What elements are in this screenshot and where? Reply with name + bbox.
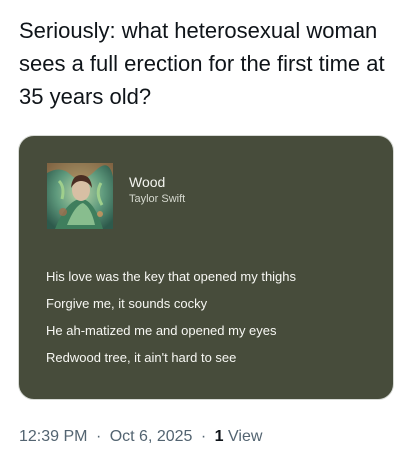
lyric-line: He ah-matized me and opened my eyes (46, 323, 277, 338)
artist-name: Taylor Swift (129, 193, 186, 205)
post-footer: 12:39 PM · Oct 6, 2025 · 1 View (19, 426, 262, 448)
album-cover-image (47, 163, 113, 229)
view-count: 1 (214, 428, 224, 445)
lyric-line: Forgive me, it sounds cocky (46, 296, 208, 311)
lyric-line: His love was the key that opened my thig… (46, 269, 297, 284)
separator: · (95, 428, 102, 445)
post-date[interactable]: Oct 6, 2025 (110, 428, 193, 445)
lyrics-list: His love was the key that opened my thig… (46, 263, 376, 371)
track-meta: Wood Taylor Swift (129, 173, 185, 207)
lyric-line: Redwood tree, it ain't hard to see (46, 350, 237, 365)
separator: · (200, 428, 207, 445)
lyrics-card[interactable]: Wood Taylor Swift His love was the key t… (18, 135, 394, 400)
song-title: Wood (129, 174, 166, 190)
view-count-button[interactable]: 1 View (215, 428, 263, 445)
album-art-graphic (47, 163, 113, 229)
post-text: Seriously: what heterosexual woman sees … (19, 18, 391, 109)
view-label: View (228, 428, 263, 445)
post-time[interactable]: 12:39 PM (19, 428, 87, 445)
